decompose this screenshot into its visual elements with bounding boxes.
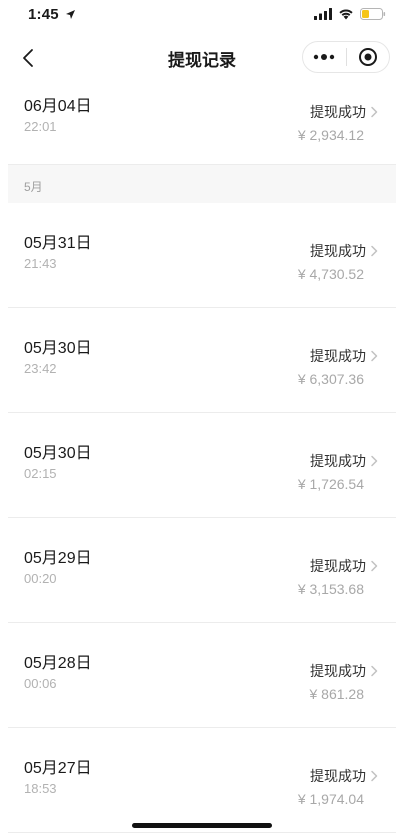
record-date: 05月31日 — [24, 235, 92, 252]
record-time: 00:20 — [24, 571, 57, 586]
record-amount: ¥ 4,730.52 — [297, 266, 364, 282]
record-status-text: 提现成功 — [310, 663, 366, 679]
record-item[interactable]: 05月28日 00:06 提现成功 ¥ 861.28 — [8, 623, 396, 728]
status-bar: 1:45 — [0, 0, 404, 34]
record-status: 提现成功 — [310, 766, 378, 786]
month-section-header: 5月 — [8, 165, 396, 203]
record-status-text: 提现成功 — [310, 348, 366, 364]
record-item[interactable]: 05月31日 21:43 提现成功 ¥ 4,730.52 — [8, 203, 396, 308]
record-date: 06月04日 — [24, 98, 92, 115]
record-status-text: 提现成功 — [310, 243, 366, 259]
signal-icon — [314, 8, 332, 20]
record-status-text: 提现成功 — [310, 558, 366, 574]
record-amount: ¥ 2,934.12 — [297, 127, 364, 143]
chevron-right-icon — [371, 455, 378, 467]
withdrawal-record-list: 06月04日 22:01 提现成功 ¥ 2,934.12 5月 05月31日 2… — [0, 82, 404, 833]
record-time: 22:01 — [24, 119, 57, 134]
status-time: 1:45 — [28, 6, 76, 23]
record-status: 提现成功 — [310, 661, 378, 681]
record-amount: ¥ 1,974.04 — [297, 791, 364, 807]
chevron-right-icon — [371, 665, 378, 677]
record-date: 05月30日 — [24, 340, 92, 357]
record-status: 提现成功 — [310, 241, 378, 261]
record-status-text: 提现成功 — [310, 768, 366, 784]
chevron-right-icon — [371, 770, 378, 782]
record-item[interactable]: 05月27日 18:53 提现成功 ¥ 1,974.04 — [8, 728, 396, 833]
record-time: 18:53 — [24, 781, 57, 796]
chevron-right-icon — [371, 560, 378, 572]
chevron-right-icon — [371, 245, 378, 257]
record-amount: ¥ 3,153.68 — [297, 581, 364, 597]
record-item[interactable]: 06月04日 22:01 提现成功 ¥ 2,934.12 — [8, 82, 396, 165]
mini-program-capsule — [302, 41, 390, 73]
record-status-text: 提现成功 — [310, 104, 366, 120]
location-arrow-icon — [66, 10, 76, 19]
record-item[interactable]: 05月30日 02:15 提现成功 ¥ 1,726.54 — [8, 413, 396, 518]
record-time: 21:43 — [24, 256, 57, 271]
nav-bar: 提现记录 — [0, 34, 404, 82]
record-time: 02:15 — [24, 466, 57, 481]
chevron-right-icon — [371, 106, 378, 118]
wifi-icon — [339, 9, 353, 20]
record-time: 00:06 — [24, 676, 57, 691]
record-item[interactable]: 05月30日 23:42 提现成功 ¥ 6,307.36 — [8, 308, 396, 413]
record-amount: ¥ 1,726.54 — [297, 476, 364, 492]
status-time-text: 1:45 — [28, 6, 59, 23]
status-icons — [314, 8, 386, 20]
target-circle-icon — [358, 48, 377, 66]
record-time: 23:42 — [24, 361, 57, 376]
record-date: 05月29日 — [24, 550, 92, 567]
home-indicator[interactable] — [132, 823, 272, 828]
record-date: 05月27日 — [24, 760, 92, 777]
record-item[interactable]: 05月29日 00:20 提现成功 ¥ 3,153.68 — [8, 518, 396, 623]
more-button[interactable] — [303, 42, 346, 72]
record-status: 提现成功 — [310, 451, 378, 471]
record-status: 提现成功 — [310, 346, 378, 366]
record-status-text: 提现成功 — [310, 453, 366, 469]
record-status: 提现成功 — [310, 556, 378, 576]
record-date: 05月28日 — [24, 655, 92, 672]
record-status: 提现成功 — [310, 102, 378, 122]
record-date: 05月30日 — [24, 445, 92, 462]
more-dots-icon — [314, 54, 335, 60]
record-amount: ¥ 6,307.36 — [297, 371, 364, 387]
record-amount: ¥ 861.28 — [309, 686, 365, 702]
chevron-right-icon — [371, 350, 378, 362]
month-label: 5月 — [24, 180, 43, 194]
close-button[interactable] — [347, 42, 390, 72]
battery-icon — [360, 8, 386, 20]
